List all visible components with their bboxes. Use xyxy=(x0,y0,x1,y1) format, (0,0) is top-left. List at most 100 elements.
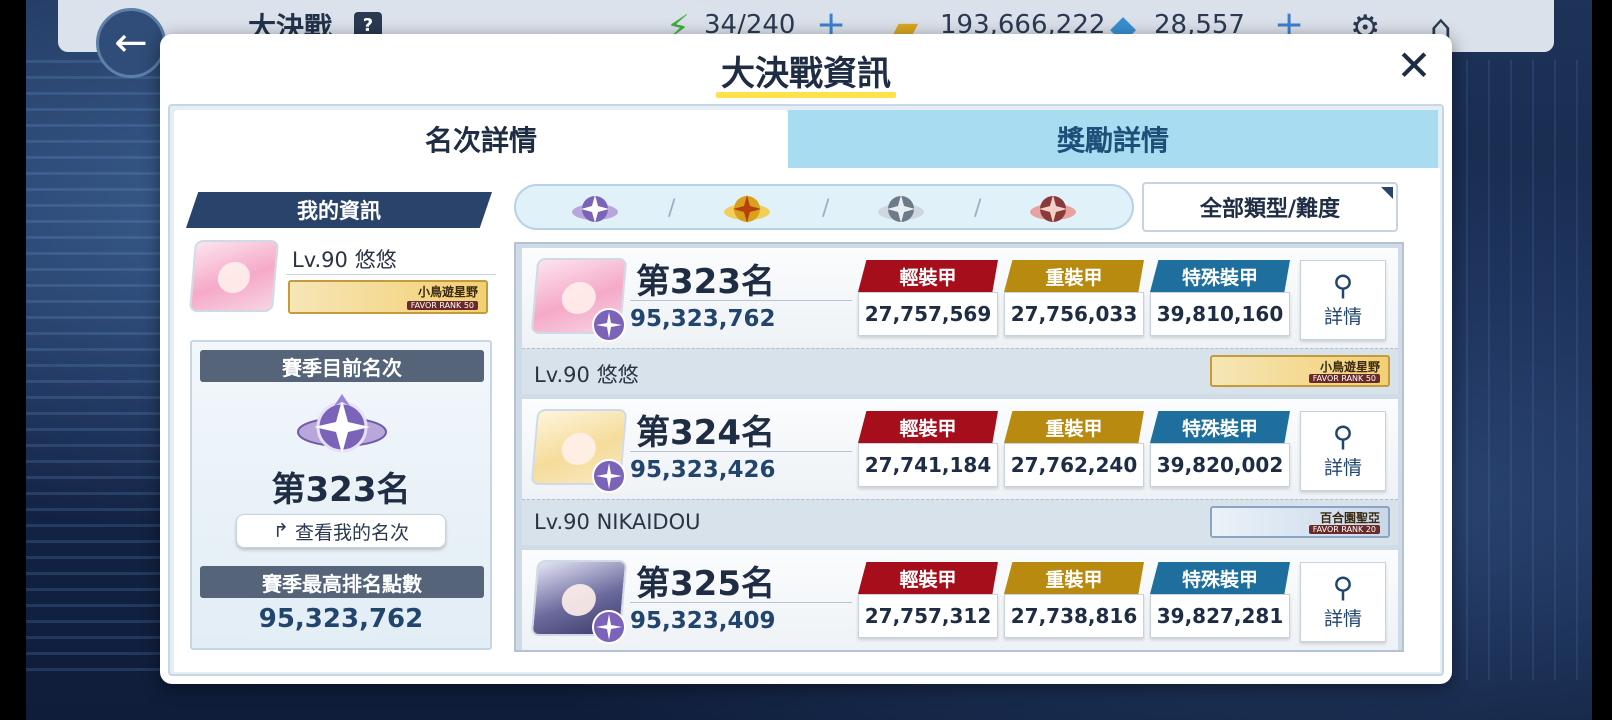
heavy-armor-label: 重裝甲 xyxy=(1004,260,1144,292)
platinum-filter-emblem[interactable] xyxy=(570,190,620,226)
rank-score: 95,323,409 xyxy=(630,608,776,634)
avatar-face xyxy=(216,262,252,293)
view-my-rank-button[interactable]: ↱ 查看我的名次 xyxy=(236,514,446,548)
favor-rank-label: FAVOR RANK 50 xyxy=(1308,374,1380,383)
heavy-armor-label: 重裝甲 xyxy=(1004,411,1144,443)
silver-filter-emblem[interactable] xyxy=(876,190,926,226)
bronze-filter-emblem[interactable] xyxy=(1028,190,1078,226)
light-armor-label: 輕裝甲 xyxy=(858,260,998,292)
heavy-armor-label: 重裝甲 xyxy=(1004,562,1144,594)
tab-reward-details[interactable]: 獎勵詳情 xyxy=(788,110,1438,168)
light-armor-score: 輕裝甲 27,757,312 xyxy=(858,562,998,638)
tab-ranking-details[interactable]: 名次詳情 xyxy=(174,110,788,168)
dropdown-corner-icon xyxy=(1381,187,1393,199)
divider xyxy=(630,451,852,452)
light-armor-value: 27,757,312 xyxy=(858,594,998,638)
season-current-rank: 第323名 xyxy=(271,470,411,510)
filter-separator: / xyxy=(668,196,676,221)
light-armor-label: 輕裝甲 xyxy=(858,411,998,443)
favor-student-name: 百合園聖亞 xyxy=(1319,511,1380,525)
season-panel: 賽季目前名次 第323名 ↱ 查看我的名次 賽季最高排名點數 95,323,76… xyxy=(190,340,492,650)
season-current-header: 賽季目前名次 xyxy=(200,350,484,382)
rank-tier-icon xyxy=(592,610,626,644)
special-armor-value: 39,810,160 xyxy=(1150,292,1290,336)
heavy-armor-score: 重裝甲 27,762,240 xyxy=(1004,411,1144,487)
share-arrow-icon: ↱ xyxy=(273,520,289,542)
favor-badge: 小鳥遊星野 FAVOR RANK 50 xyxy=(1210,355,1390,387)
background-decoration xyxy=(26,60,166,680)
letterbox-right xyxy=(1592,0,1612,720)
ranking-card-top: 第325名 95,323,409 輕裝甲 27,757,312 重裝甲 27,7… xyxy=(522,550,1398,650)
heavy-armor-score: 重裝甲 27,756,033 xyxy=(1004,260,1144,336)
heavy-armor-value: 27,756,033 xyxy=(1004,292,1144,336)
dialog-title: 大決戰資訊 xyxy=(721,54,891,94)
detail-label: 詳情 xyxy=(1323,607,1362,630)
magnifier-icon: ⚲ xyxy=(1332,570,1354,604)
special-armor-value: 39,820,002 xyxy=(1150,443,1290,487)
tab-content: 我的資訊 Lv.90 悠悠 小鳥遊星野 FAVOR RANK 50 賽季目前名次 xyxy=(174,168,1440,672)
special-armor-label: 特殊裝甲 xyxy=(1150,411,1290,443)
dialog-body: 名次詳情 獎勵詳情 我的資訊 Lv.90 悠悠 小鳥遊星野 FAVOR RANK… xyxy=(168,104,1444,676)
divider xyxy=(630,300,852,301)
ranking-card-top: 第323名 95,323,762 輕裝甲 27,757,569 重裝甲 27,7… xyxy=(522,248,1398,348)
dropdown-label: 全部類型/難度 xyxy=(1199,197,1341,222)
rank-tier-icon xyxy=(592,308,626,342)
favor-rank-label: FAVOR RANK 50 xyxy=(406,301,478,310)
avatar xyxy=(188,240,280,312)
detail-button[interactable]: ⚲ 詳情 xyxy=(1300,260,1386,340)
view-my-rank-label: 查看我的名次 xyxy=(294,521,409,544)
back-button[interactable]: ← xyxy=(96,8,166,78)
ranking-card-top: 第324名 95,323,426 輕裝甲 27,741,184 重裝甲 27,7… xyxy=(522,399,1398,499)
special-armor-score: 特殊裝甲 39,820,002 xyxy=(1150,411,1290,487)
player-name: Lv.90 NIKAIDOU xyxy=(534,510,701,534)
raid-info-dialog: 大決戰資訊 ✕ 名次詳情 獎勵詳情 我的資訊 Lv.90 悠悠 小鳥遊星野 FA… xyxy=(160,34,1452,684)
ranking-card: 第323名 95,323,762 輕裝甲 27,757,569 重裝甲 27,7… xyxy=(522,248,1398,394)
light-armor-value: 27,741,184 xyxy=(858,443,998,487)
season-best-points: 95,323,762 xyxy=(258,604,424,634)
divider xyxy=(286,274,496,275)
type-difficulty-dropdown[interactable]: 全部類型/難度 xyxy=(1142,182,1398,232)
favor-badge: 百合園聖亞 FAVOR RANK 20 xyxy=(1210,506,1390,538)
favor-student-name: 小鳥遊星野 xyxy=(1319,360,1380,374)
rank-number: 第324名 xyxy=(636,413,775,453)
ranking-card-footer: Lv.90 悠悠 小鳥遊星野 FAVOR RANK 50 xyxy=(522,348,1398,394)
detail-label: 詳情 xyxy=(1323,305,1362,328)
difficulty-filter-bar: / / / xyxy=(514,184,1134,230)
favor-badge: 小鳥遊星野 FAVOR RANK 50 xyxy=(288,280,488,314)
magnifier-icon: ⚲ xyxy=(1332,268,1354,302)
divider xyxy=(630,602,852,603)
rank-number: 第325名 xyxy=(636,564,775,604)
heavy-armor-score: 重裝甲 27,738,816 xyxy=(1004,562,1144,638)
heavy-armor-value: 27,762,240 xyxy=(1004,443,1144,487)
rank-number: 第323名 xyxy=(636,262,775,302)
rank-score: 95,323,762 xyxy=(630,306,776,332)
arrow-left-icon: ← xyxy=(114,20,148,66)
close-button[interactable]: ✕ xyxy=(1394,45,1434,88)
light-armor-value: 27,757,569 xyxy=(858,292,998,336)
ranking-list[interactable]: 第323名 95,323,762 輕裝甲 27,757,569 重裝甲 27,7… xyxy=(514,242,1404,652)
light-armor-label: 輕裝甲 xyxy=(858,562,998,594)
ranking-card: 第324名 95,323,426 輕裝甲 27,741,184 重裝甲 27,7… xyxy=(522,399,1398,545)
special-armor-label: 特殊裝甲 xyxy=(1150,260,1290,292)
detail-button[interactable]: ⚲ 詳情 xyxy=(1300,411,1386,491)
letterbox-left xyxy=(0,0,26,720)
light-armor-score: 輕裝甲 27,741,184 xyxy=(858,411,998,487)
favor-student-name: 小鳥遊星野 xyxy=(417,285,478,299)
heavy-armor-value: 27,738,816 xyxy=(1004,594,1144,638)
gold-filter-emblem[interactable] xyxy=(722,190,772,226)
special-armor-score: 特殊裝甲 39,810,160 xyxy=(1150,260,1290,336)
my-info-header: 我的資訊 xyxy=(186,192,492,228)
detail-label: 詳情 xyxy=(1323,456,1362,479)
ranking-card-footer: Lv.90 NIKAIDOU 百合園聖亞 FAVOR RANK 20 xyxy=(522,499,1398,545)
magnifier-icon: ⚲ xyxy=(1332,419,1354,453)
platinum-rank-emblem xyxy=(297,394,387,454)
detail-button[interactable]: ⚲ 詳情 xyxy=(1300,562,1386,642)
special-armor-label: 特殊裝甲 xyxy=(1150,562,1290,594)
season-best-header: 賽季最高排名點數 xyxy=(200,566,484,598)
special-armor-score: 特殊裝甲 39,827,281 xyxy=(1150,562,1290,638)
my-player-name: Lv.90 悠悠 xyxy=(292,248,397,272)
rank-tier-icon xyxy=(592,459,626,493)
light-armor-score: 輕裝甲 27,757,569 xyxy=(858,260,998,336)
ranking-card: 第325名 95,323,409 輕裝甲 27,757,312 重裝甲 27,7… xyxy=(522,550,1398,650)
title-underline xyxy=(716,92,896,98)
